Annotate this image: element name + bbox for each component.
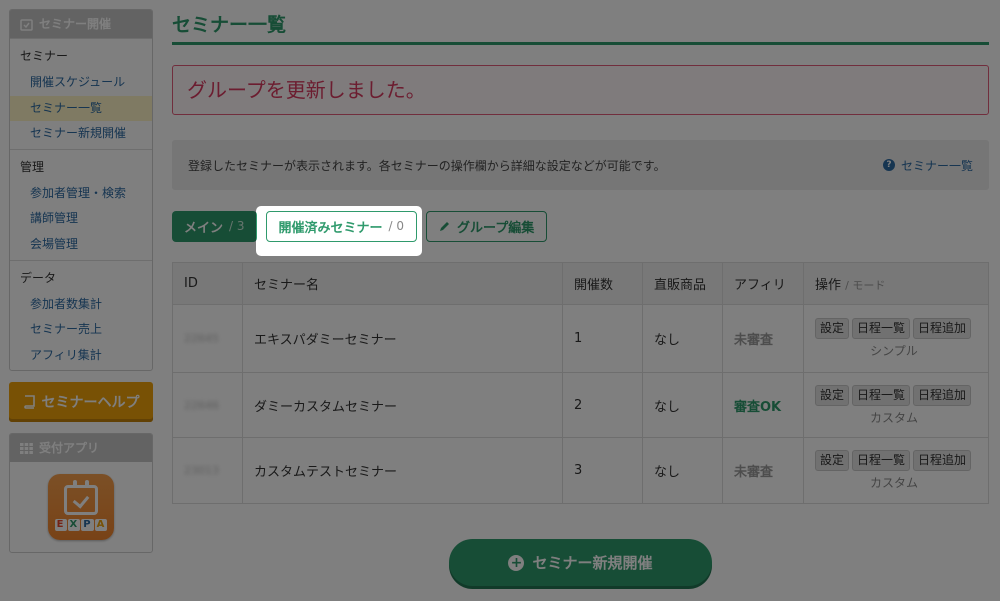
success-alert: グループを更新しました。 (172, 65, 989, 115)
tab-main[interactable]: メイン / 3 (172, 210, 257, 242)
settings-button[interactable]: 設定 (815, 384, 850, 406)
info-link-label: セミナー一覧 (900, 158, 973, 173)
table-row: 23013 カスタムテストセミナー 3 なし 未審査 設定 日程一覧 日程追加 … (172, 437, 989, 504)
tab-held-count: / 0 (388, 219, 405, 233)
calendar-icon (64, 480, 98, 516)
app-logo: EXPA (54, 519, 108, 532)
col-ops: 操作 / モード (803, 262, 989, 305)
new-seminar-wrap: + セミナー新規開催 (172, 539, 989, 586)
affili-status: 未審査 (734, 465, 774, 480)
menu-group-seminar: セミナー 開催スケジュール セミナー一覧 セミナー新規開催 (10, 38, 152, 149)
sidebar-item-sales[interactable]: セミナー売上 (10, 317, 152, 343)
group-title-manage: 管理 (20, 159, 45, 174)
ops-buttons: 設定 日程一覧 日程追加 (815, 384, 977, 406)
seminar-id: 23013 (184, 464, 219, 477)
app-body: EXPA (10, 462, 152, 552)
settings-button[interactable]: 設定 (815, 318, 850, 339)
new-seminar-label: セミナー新規開催 (532, 554, 653, 572)
col-count: 開催数 (562, 262, 643, 305)
sidebar-item-participants[interactable]: 参加者管理・検索 (10, 181, 152, 207)
col-name: セミナー名 (242, 262, 563, 305)
tab-held-label: 開催済みセミナー (278, 220, 383, 236)
tab-main-label: メイン (184, 220, 224, 236)
schedule-add-button[interactable]: 日程追加 (913, 318, 972, 339)
group-title-seminar: セミナー (20, 49, 69, 63)
menu-group-data: データ 参加者数集計 セミナー売上 アフィリ集計 (10, 259, 152, 371)
plus-circle-icon: + (508, 554, 525, 571)
schedule-list-button[interactable]: 日程一覧 (852, 384, 911, 406)
seminar-help-label: セミナーヘルプ (41, 395, 140, 412)
group-tabs: メイン / 3 開催済みセミナー / 0 グループ編集 (172, 210, 989, 242)
info-bar: 登録したセミナーが表示されます。各セミナーの操作欄から詳細な設定などが可能です。… (172, 140, 989, 190)
table-row: 22645 エキスパダミーセミナー 1 なし 未審査 設定 日程一覧 日程追加 … (172, 304, 989, 373)
col-mode-label: / モード (845, 279, 886, 292)
ops-buttons: 設定 日程一覧 日程追加 (815, 318, 977, 339)
sidebar-item-affiliate-stats[interactable]: アフィリ集計 (10, 343, 152, 369)
main-content: セミナー一覧 グループを更新しました。 登録したセミナーが表示されます。各セミナ… (172, 0, 989, 586)
book-icon (23, 395, 35, 410)
schedule-list-button[interactable]: 日程一覧 (852, 450, 911, 471)
seminar-panel-title: セミナー開催 (39, 17, 112, 31)
sidebar-item-new-seminar[interactable]: セミナー新規開催 (10, 121, 152, 147)
sidebar-item-instructors[interactable]: 講師管理 (10, 206, 152, 232)
seminar-count: 1 (562, 304, 643, 373)
seminar-count: 2 (562, 372, 643, 438)
seminar-id: 22646 (184, 398, 219, 412)
schedule-add-button[interactable]: 日程追加 (913, 450, 972, 471)
schedule-add-button[interactable]: 日程追加 (913, 384, 972, 406)
question-icon: ? (882, 159, 895, 171)
tab-held-seminars[interactable]: 開催済みセミナー / 0 (265, 210, 418, 242)
affili-status: 未審査 (734, 333, 774, 348)
seminar-direct: なし (642, 304, 723, 373)
sidebar: セミナー開催 セミナー 開催スケジュール セミナー一覧 セミナー新規開催 管理 … (9, 9, 153, 554)
seminar-list-help-link[interactable]: ? セミナー一覧 (882, 157, 973, 174)
col-ops-label: 操作 (815, 278, 842, 293)
group-edit-button[interactable]: グループ編集 (426, 210, 548, 242)
page-title: セミナー一覧 (172, 0, 989, 45)
sidebar-item-attendance-stats[interactable]: 参加者数集計 (10, 292, 152, 318)
menu-group-manage: 管理 参加者管理・検索 講師管理 会場管理 (10, 148, 152, 260)
app-panel-header: 受付アプリ (10, 434, 152, 463)
app-panel-title: 受付アプリ (39, 441, 100, 456)
calendar-check-icon (20, 18, 33, 31)
seminar-direct: なし (642, 372, 723, 438)
group-edit-label: グループ編集 (457, 220, 535, 236)
mode-label: シンプル (870, 344, 918, 358)
settings-button[interactable]: 設定 (815, 450, 850, 471)
table-header-row: ID セミナー名 開催数 直販商品 アフィリ 操作 / モード (172, 262, 989, 305)
seminar-panel: セミナー開催 セミナー 開催スケジュール セミナー一覧 セミナー新規開催 管理 … (9, 9, 153, 372)
seminar-help-button[interactable]: セミナーヘルプ (9, 382, 153, 423)
mode-label: カスタム (869, 476, 918, 490)
col-affili: アフィリ (722, 262, 804, 305)
seminar-name: ダミーカスタムセミナー (242, 372, 563, 438)
seminar-name: カスタムテストセミナー (242, 437, 563, 504)
group-title-data: データ (20, 270, 57, 285)
mode-label: カスタム (869, 410, 918, 425)
seminar-table: ID セミナー名 開催数 直販商品 アフィリ 操作 / モード 22645 エキ… (172, 262, 989, 504)
seminar-id: 22645 (184, 332, 219, 345)
seminar-name: エキスパダミーセミナー (242, 304, 563, 373)
seminar-panel-header: セミナー開催 (10, 10, 152, 38)
sidebar-item-schedule[interactable]: 開催スケジュール (10, 70, 152, 96)
tab-main-count: / 3 (229, 219, 245, 233)
expa-app-icon[interactable]: EXPA (48, 474, 114, 541)
table-row: 22646 ダミーカスタムセミナー 2 なし 審査OK 設定 日程一覧 日程追加… (172, 372, 989, 438)
affili-status: 審査OK (734, 399, 782, 415)
new-seminar-button[interactable]: + セミナー新規開催 (449, 539, 712, 586)
seminar-direct: なし (642, 437, 723, 504)
col-id: ID (172, 262, 243, 305)
app-panel: 受付アプリ EXPA (9, 433, 153, 554)
pencil-icon (440, 222, 450, 231)
schedule-list-button[interactable]: 日程一覧 (852, 318, 911, 339)
col-direct: 直販商品 (642, 262, 723, 305)
grid-icon (20, 442, 33, 454)
ops-buttons: 設定 日程一覧 日程追加 (815, 450, 977, 471)
seminar-count: 3 (562, 437, 643, 504)
sidebar-item-venues[interactable]: 会場管理 (10, 232, 152, 258)
info-text: 登録したセミナーが表示されます。各セミナーの操作欄から詳細な設定などが可能です。 (188, 158, 666, 173)
sidebar-item-seminar-list[interactable]: セミナー一覧 (10, 95, 152, 122)
